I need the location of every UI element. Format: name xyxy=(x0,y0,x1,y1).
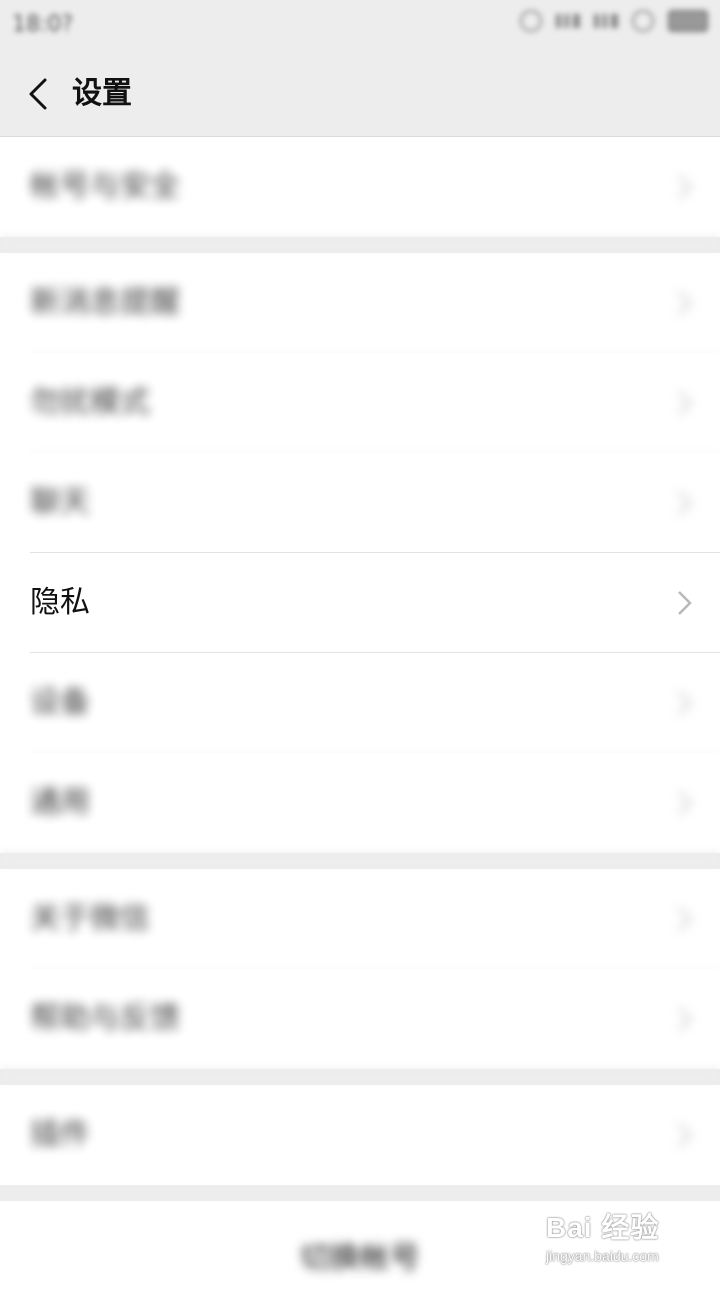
settings-group-plugins: 插件 xyxy=(0,1085,720,1185)
settings-item-label: 设备 xyxy=(30,685,90,721)
settings-item-label: 隐私 xyxy=(30,585,90,621)
group-separator xyxy=(0,237,720,253)
signal-icon xyxy=(556,14,580,28)
settings-group-account: 帐号与安全 xyxy=(0,137,720,237)
settings-item-chat[interactable]: 聊天 xyxy=(0,453,720,553)
settings-item-notifications[interactable]: 新消息提醒 xyxy=(0,253,720,353)
chevron-right-icon xyxy=(676,589,694,617)
settings-item-label: 勿扰模式 xyxy=(30,385,150,421)
settings-item-label: 帮助与反馈 xyxy=(30,1001,180,1037)
watermark-url: jingyan.baidu.com xyxy=(546,1248,686,1264)
settings-item-label: 新消息提醒 xyxy=(30,285,180,321)
chevron-right-icon xyxy=(676,689,694,717)
settings-item-plugins[interactable]: 插件 xyxy=(0,1085,720,1185)
settings-item-label: 关于微信 xyxy=(30,901,150,937)
watermark-logo: Bai 经验 xyxy=(546,1206,686,1246)
settings-list: 帐号与安全 新消息提醒 勿扰模式 聊天 隐私 设备 xyxy=(0,137,720,1280)
settings-item-about[interactable]: 关于微信 xyxy=(0,869,720,969)
settings-item-devices[interactable]: 设备 xyxy=(0,653,720,753)
chevron-right-icon xyxy=(676,1121,694,1149)
signal-icon-2 xyxy=(594,14,618,28)
settings-group-general: 新消息提醒 勿扰模式 聊天 隐私 设备 通用 xyxy=(0,253,720,853)
settings-item-do-not-disturb[interactable]: 勿扰模式 xyxy=(0,353,720,453)
settings-item-label: 通用 xyxy=(30,785,90,821)
chevron-right-icon xyxy=(676,389,694,417)
battery-icon xyxy=(668,10,708,32)
baidu-jingyan-watermark: Bai 经验 jingyan.baidu.com xyxy=(546,1206,686,1266)
chevron-right-icon xyxy=(676,173,694,201)
status-bar: 18:0? xyxy=(0,0,720,52)
chevron-right-icon xyxy=(676,1005,694,1033)
chevron-right-icon xyxy=(676,289,694,317)
group-separator xyxy=(0,1069,720,1085)
navigation-bar: 设置 xyxy=(0,52,720,137)
alarm-icon xyxy=(520,10,542,32)
settings-item-label: 帐号与安全 xyxy=(30,169,180,205)
settings-item-label: 插件 xyxy=(30,1117,90,1153)
chevron-right-icon xyxy=(676,905,694,933)
chevron-right-icon xyxy=(676,489,694,517)
settings-item-general[interactable]: 通用 xyxy=(0,753,720,853)
wifi-icon xyxy=(632,10,654,32)
settings-item-help-feedback[interactable]: 帮助与反馈 xyxy=(0,969,720,1069)
group-separator xyxy=(0,853,720,869)
status-time: 18:0? xyxy=(12,12,73,37)
back-button[interactable] xyxy=(18,74,58,114)
settings-item-account-security[interactable]: 帐号与安全 xyxy=(0,137,720,237)
chevron-left-icon xyxy=(27,77,49,111)
status-icons xyxy=(520,10,708,32)
settings-item-label: 聊天 xyxy=(30,485,90,521)
chevron-right-icon xyxy=(676,789,694,817)
page-title: 设置 xyxy=(72,74,132,114)
settings-group-about: 关于微信 帮助与反馈 xyxy=(0,869,720,1069)
settings-item-privacy[interactable]: 隐私 xyxy=(0,553,720,653)
